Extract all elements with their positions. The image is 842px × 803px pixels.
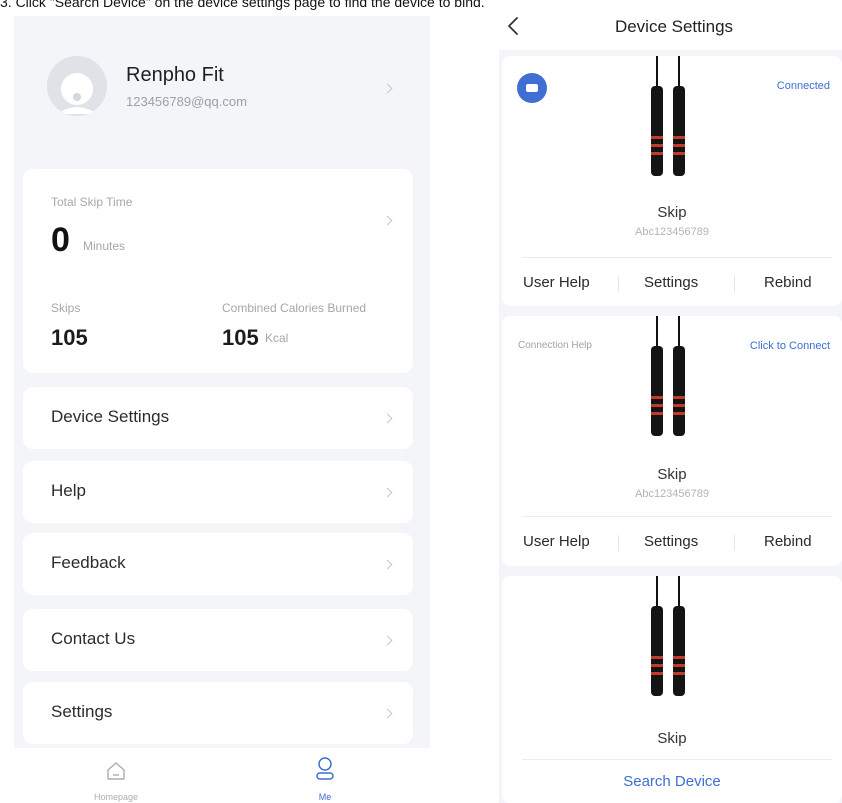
device-serial: Abc123456789 — [634, 226, 709, 238]
menu-item-help[interactable]: Help — [23, 461, 413, 523]
tab-me-label: Me — [318, 792, 332, 802]
device-name: Skip — [657, 204, 687, 221]
menu-item-label: Feedback — [51, 553, 126, 572]
menu-item-label: Help — [51, 481, 86, 500]
rebind-button[interactable]: Rebind — [764, 533, 812, 550]
device-serial: Abc123456789 — [634, 488, 709, 500]
chevron-right-icon — [382, 83, 393, 94]
jump-rope-image — [651, 576, 685, 696]
divider — [522, 516, 832, 517]
user-avatar-icon — [47, 56, 107, 116]
skips-label: Skips — [51, 301, 81, 315]
divider — [618, 535, 619, 551]
menu-item-label: Device Settings — [51, 407, 170, 426]
jump-rope-image — [651, 316, 685, 436]
menu-item-device-settings[interactable]: Device Settings — [23, 387, 413, 449]
bottom-tab-bar: Homepage Me — [14, 748, 430, 803]
chevron-right-icon — [382, 413, 393, 424]
divider — [618, 276, 619, 292]
profile-name: Renpho Fit — [126, 64, 224, 86]
device-card-search: Skip Search Device — [502, 576, 842, 803]
profile-email: 123456789@qq.com — [126, 94, 247, 109]
divider — [734, 276, 735, 292]
chevron-right-icon — [382, 487, 393, 498]
menu-item-contact-us[interactable]: Contact Us — [23, 609, 413, 671]
connection-help-link[interactable]: Connection Help — [518, 340, 592, 351]
chevron-right-icon — [382, 708, 393, 719]
tab-homepage-label: Homepage — [93, 792, 139, 802]
device-card-disconnected: Connection Help Click to Connect Skip Ab… — [502, 316, 842, 566]
bluetooth-connected-icon — [517, 73, 547, 103]
skips-value: 105 — [51, 325, 88, 350]
device-card-connected: Connected Skip Abc123456789 User Help Se… — [502, 56, 842, 306]
menu-item-feedback[interactable]: Feedback — [23, 533, 413, 595]
user-help-button[interactable]: User Help — [523, 274, 590, 291]
divider — [734, 535, 735, 551]
calories-unit: Kcal — [265, 331, 289, 345]
device-status-connected: Connected — [776, 80, 830, 92]
me-page: Renpho Fit 123456789@qq.com Total Skip T… — [14, 16, 430, 803]
profile-icon — [316, 757, 334, 780]
device-settings-button[interactable]: Settings — [644, 533, 698, 550]
user-help-button[interactable]: User Help — [523, 533, 590, 550]
calories-label: Combined Calories Burned — [222, 301, 367, 315]
total-skip-time-unit: Minutes — [83, 239, 126, 253]
page-title: Device Settings — [614, 17, 734, 36]
rebind-button[interactable]: Rebind — [764, 274, 812, 291]
tab-me[interactable]: Me — [265, 748, 385, 803]
chevron-right-icon — [382, 559, 393, 570]
device-name: Skip — [657, 730, 687, 747]
skip-stats-card[interactable]: Total Skip Time 0 Minutes Skips 105 Comb… — [23, 169, 413, 373]
menu-item-settings[interactable]: Settings — [23, 682, 413, 744]
nav-header: Device Settings — [499, 10, 842, 50]
calories-value: 105 — [222, 325, 259, 350]
profile-header[interactable]: Renpho Fit 123456789@qq.com — [14, 16, 430, 144]
jump-rope-image — [651, 56, 685, 176]
search-device-button[interactable]: Search Device — [502, 773, 842, 790]
instruction-caption: 3. Click "Search Device" on the device s… — [0, 0, 485, 10]
chevron-right-icon — [382, 215, 393, 226]
device-settings-page: Device Settings Connected Skip Abc123456… — [499, 10, 842, 803]
avatar — [47, 56, 107, 116]
total-skip-time-value: 0 — [51, 221, 70, 259]
home-icon — [107, 762, 125, 780]
divider — [522, 759, 832, 760]
menu-item-label: Settings — [51, 702, 113, 721]
tab-homepage[interactable]: Homepage — [56, 748, 176, 803]
click-to-connect-link[interactable]: Click to Connect — [750, 340, 830, 352]
device-settings-button[interactable]: Settings — [644, 274, 698, 291]
total-skip-time-label: Total Skip Time — [51, 195, 133, 209]
chevron-right-icon — [382, 635, 393, 646]
divider — [522, 257, 832, 258]
device-name: Skip — [657, 466, 687, 483]
menu-item-label: Contact Us — [51, 629, 136, 648]
